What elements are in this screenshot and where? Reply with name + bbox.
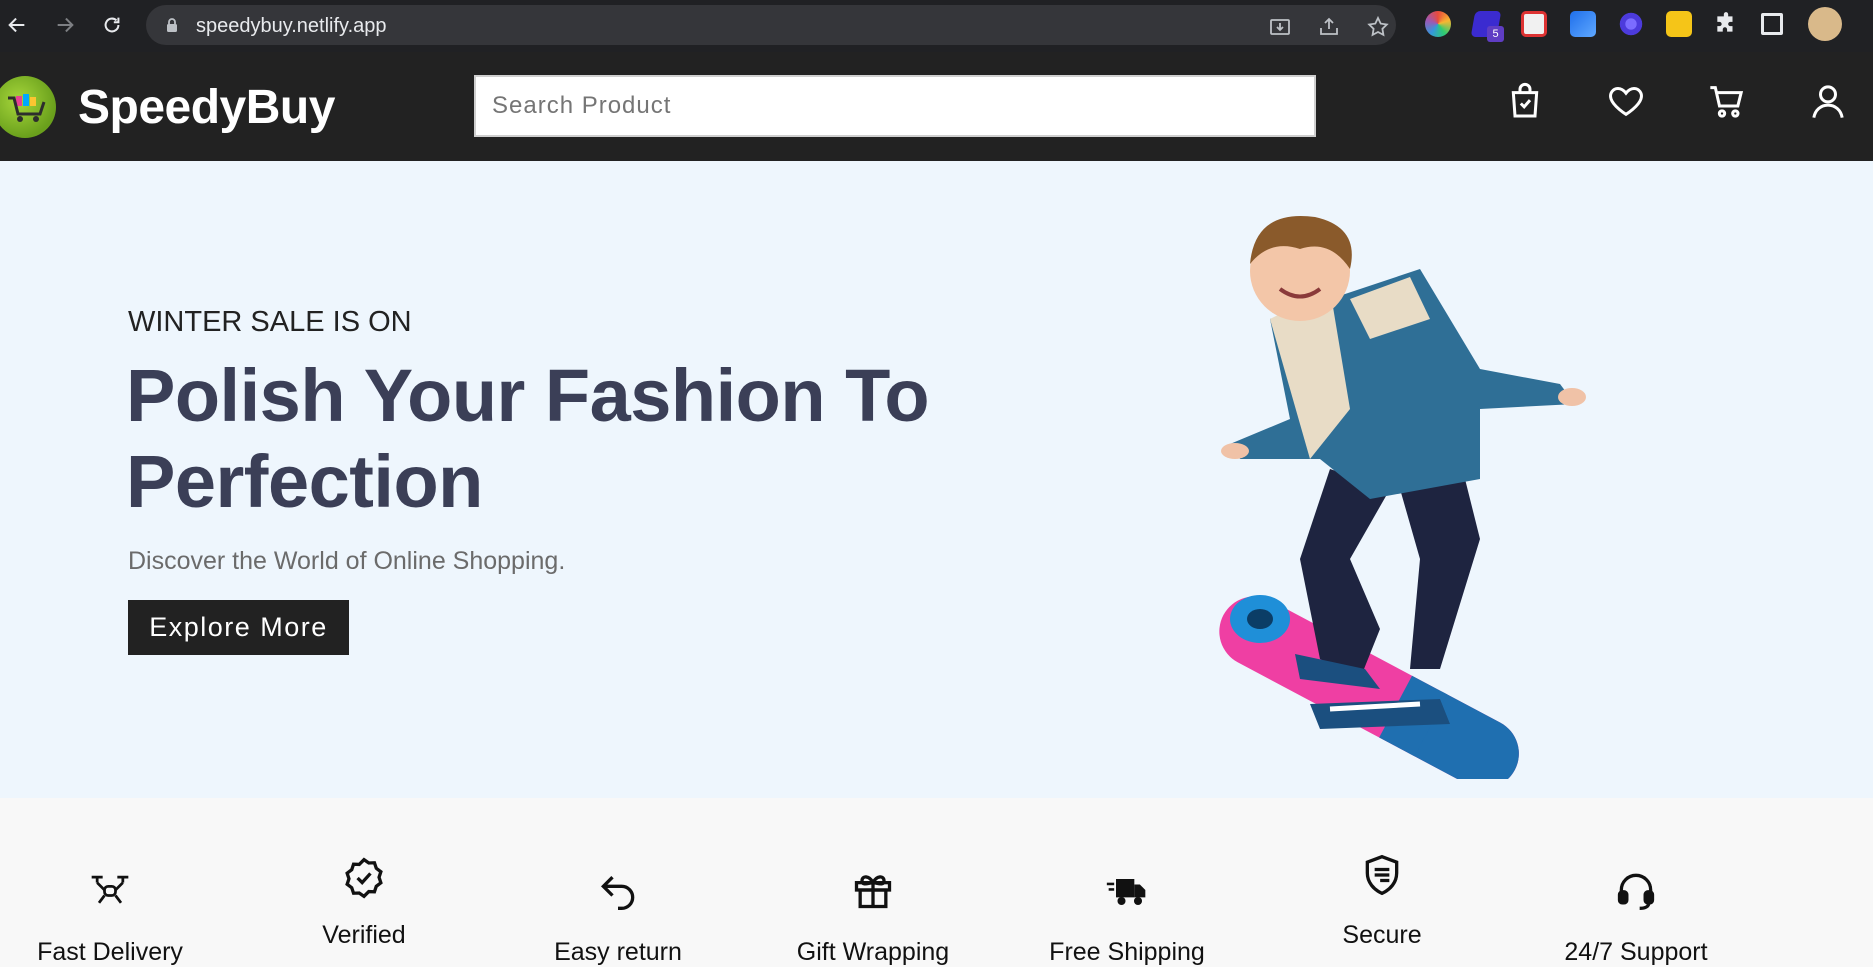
feature-fast-delivery: Fast Delivery [0,798,220,966]
install-app-icon[interactable] [1268,15,1292,39]
drone-icon [88,868,132,912]
feature-support: 24/7 Support [1526,798,1746,966]
hero-skateboard-kid-image [1219,215,1586,779]
truck-icon [1105,868,1149,912]
verified-badge-icon [342,856,386,900]
gift-icon [851,868,895,912]
lock-icon [167,18,177,32]
hero-banner: WINTER SALE IS ON Polish Your Fashion To… [0,161,1873,798]
feature-label: Easy return [554,938,682,966]
avatar[interactable] [1808,7,1842,41]
shopping-bag-icon[interactable] [1502,78,1548,124]
headset-icon [1614,868,1658,912]
puzzle-extensions-icon[interactable] [1713,11,1739,37]
feature-label: 24/7 Support [1564,938,1708,966]
address-bar[interactable]: speedybuy.netlify.app [146,5,1396,45]
hero-subtitle: Discover the World of Online Shopping. [128,547,566,575]
feature-easy-return: Easy return [508,798,728,966]
feature-label: Fast Delivery [37,938,183,966]
feature-label: Free Shipping [1049,938,1205,966]
feature-verified: Verified [254,798,474,950]
browser-toolbar: speedybuy.netlify.app 5 [0,0,1873,52]
site-header: SpeedyBuy [0,52,1873,161]
share-icon[interactable] [1317,15,1341,39]
return-arrow-icon [596,868,640,912]
forward-icon[interactable] [50,10,80,40]
triangle-extension-icon[interactable] [1666,11,1692,37]
back-icon[interactable] [2,10,32,40]
search-input[interactable] [474,75,1316,137]
bookmark-star-icon[interactable] [1366,15,1390,39]
color-picker-extension-icon[interactable] [1425,11,1451,37]
shield-icon [1360,853,1404,897]
extension-badge: 5 [1487,26,1504,42]
explore-more-button[interactable]: Explore More [128,600,349,655]
feature-gift-wrapping: Gift Wrapping [763,798,983,966]
feature-label: Verified [322,921,406,949]
hero-headline: Polish Your Fashion To Perfection [126,354,930,523]
url-text: speedybuy.netlify.app [196,15,387,37]
feature-label: Gift Wrapping [796,938,950,966]
feature-secure: Secure [1272,798,1492,950]
sale-kicker: WINTER SALE IS ON [128,306,412,338]
reload-icon[interactable] [97,10,127,40]
feature-label: Secure [1342,921,1422,949]
features-strip: Fast Delivery Verified Easy return Gift … [0,798,1873,966]
user-account-icon[interactable] [1805,78,1851,124]
dev-tool-extension-icon[interactable] [1570,11,1596,37]
cart-icon[interactable] [1704,78,1750,124]
side-panel-icon[interactable] [1761,13,1783,35]
sparkle-extension-icon[interactable] [1618,11,1644,37]
code-extension-icon[interactable] [1521,11,1547,37]
brand-name[interactable]: SpeedyBuy [78,80,335,135]
feature-free-shipping: Free Shipping [1017,798,1237,966]
logo-icon[interactable] [0,76,56,138]
wishlist-heart-icon[interactable] [1603,78,1649,124]
